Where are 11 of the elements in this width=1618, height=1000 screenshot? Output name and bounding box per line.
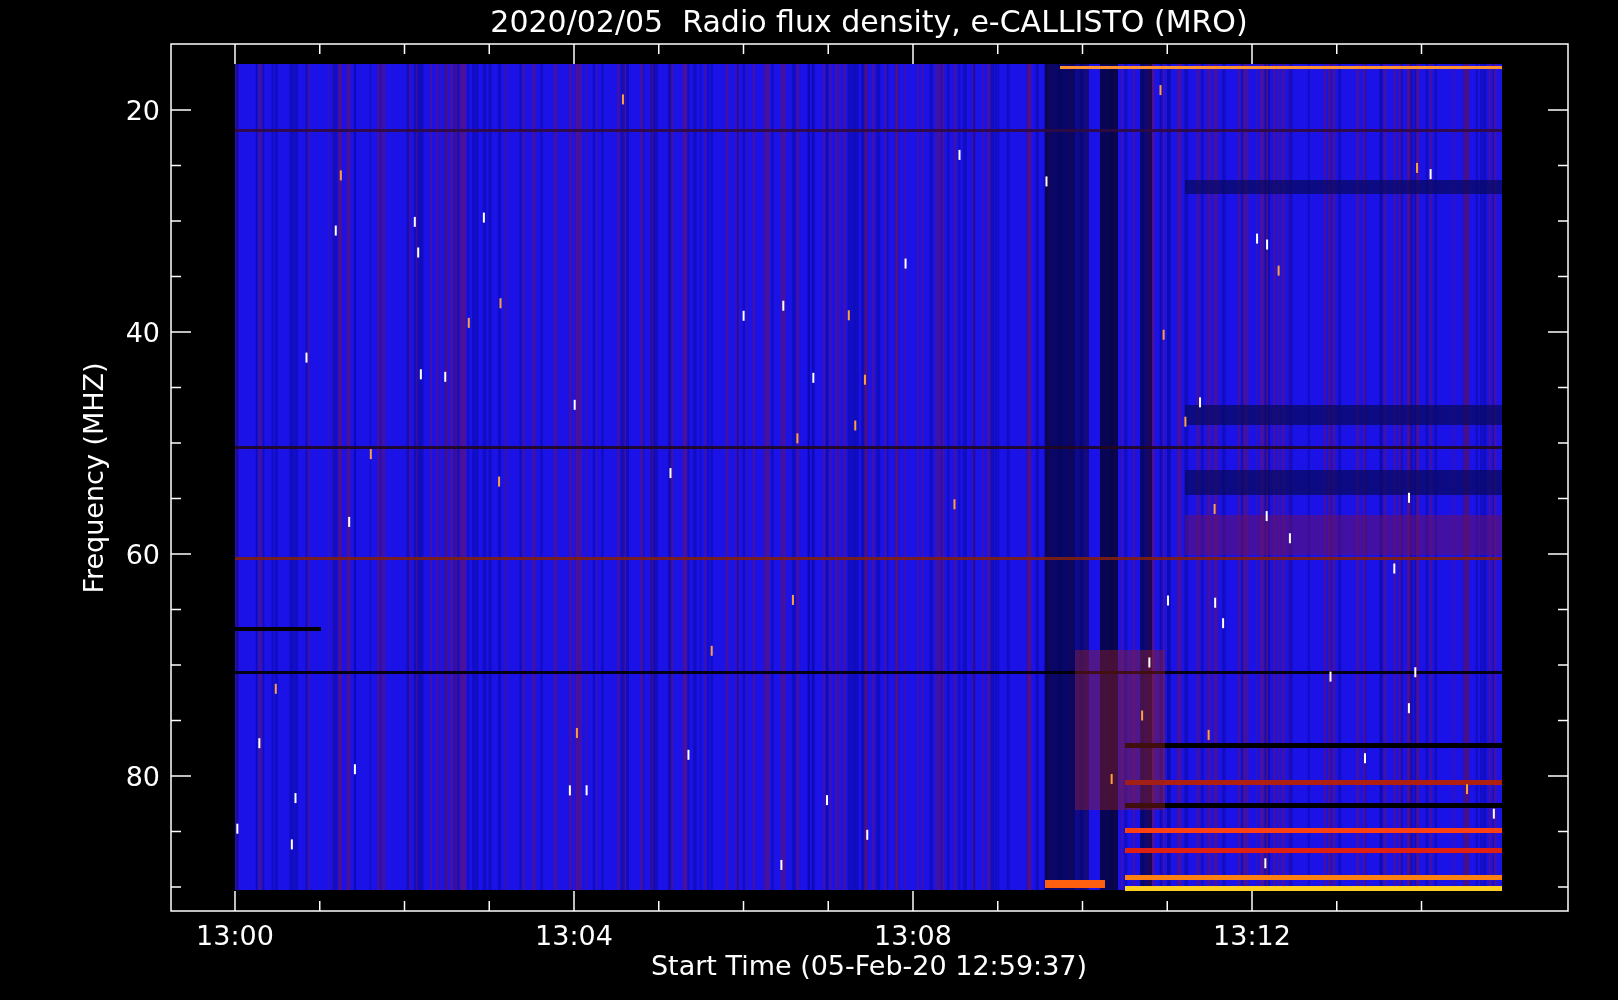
x-tick-label: 13:04	[535, 920, 613, 951]
x-tick-label: 13:08	[874, 920, 952, 951]
y-tick-label: 80	[125, 761, 160, 792]
y-tick-label: 20	[125, 95, 160, 126]
x-tick-label: 13:12	[1213, 920, 1291, 951]
x-tick-label: 13:00	[196, 920, 274, 951]
y-tick-label: 40	[125, 317, 160, 348]
x-axis-label: Start Time (05-Feb-20 12:59:37)	[650, 950, 1088, 981]
y-tick-label: 60	[125, 539, 160, 570]
chart-title: 2020/02/05 Radio flux density, e-CALLISTO (MRO)	[490, 4, 1248, 39]
y-axis-label: Frequency (MHZ)	[78, 362, 109, 594]
